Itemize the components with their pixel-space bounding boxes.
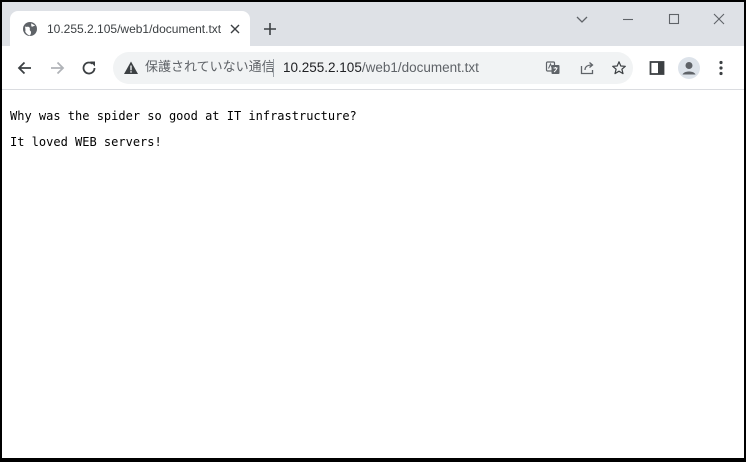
tab-search-chevron-icon[interactable] (574, 11, 590, 27)
side-panel-icon[interactable] (647, 58, 667, 78)
forward-arrow-icon[interactable] (47, 58, 67, 78)
maximize-icon[interactable] (666, 11, 682, 27)
document-text: Why was the spider so good at IT infrast… (10, 103, 357, 155)
close-window-icon[interactable] (711, 11, 727, 27)
more-menu-icon[interactable] (711, 58, 731, 78)
document-line: Why was the spider so good at IT infrast… (10, 109, 357, 123)
document-line: It loved WEB servers! (10, 135, 162, 149)
reload-icon[interactable] (79, 58, 99, 78)
omnibox-divider (273, 59, 274, 77)
bookmark-star-icon[interactable] (611, 60, 627, 76)
tab-active[interactable]: 10.255.2.105/web1/document.txt (10, 11, 250, 46)
warning-triangle-icon[interactable] (123, 60, 139, 76)
close-tab-icon[interactable] (228, 22, 242, 36)
tab-strip: 10.255.2.105/web1/document.txt (2, 2, 744, 46)
toolbar: 保護されていない通信 10.255.2.105/web1/document.tx… (2, 46, 744, 90)
new-tab-plus-icon[interactable] (262, 21, 278, 37)
url-host: 10.255.2.105 (283, 60, 362, 75)
translate-icon[interactable] (545, 60, 561, 76)
security-status-text[interactable]: 保護されていない通信 (145, 60, 275, 76)
page-content: Why was the spider so good at IT infrast… (2, 91, 744, 458)
globe-icon (22, 21, 38, 37)
tab-title: 10.255.2.105/web1/document.txt (47, 22, 222, 36)
minimize-icon[interactable] (620, 11, 636, 27)
share-icon[interactable] (579, 60, 595, 76)
profile-avatar-icon[interactable] (678, 57, 700, 79)
address-bar[interactable]: 保護されていない通信 10.255.2.105/web1/document.tx… (113, 52, 633, 84)
url-path: /web1/document.txt (361, 60, 479, 75)
back-arrow-icon[interactable] (15, 58, 35, 78)
browser-window: 10.255.2.105/web1/document.txt 保護されていない通… (2, 2, 744, 458)
url-text[interactable]: 10.255.2.105/web1/document.txt (283, 60, 479, 76)
